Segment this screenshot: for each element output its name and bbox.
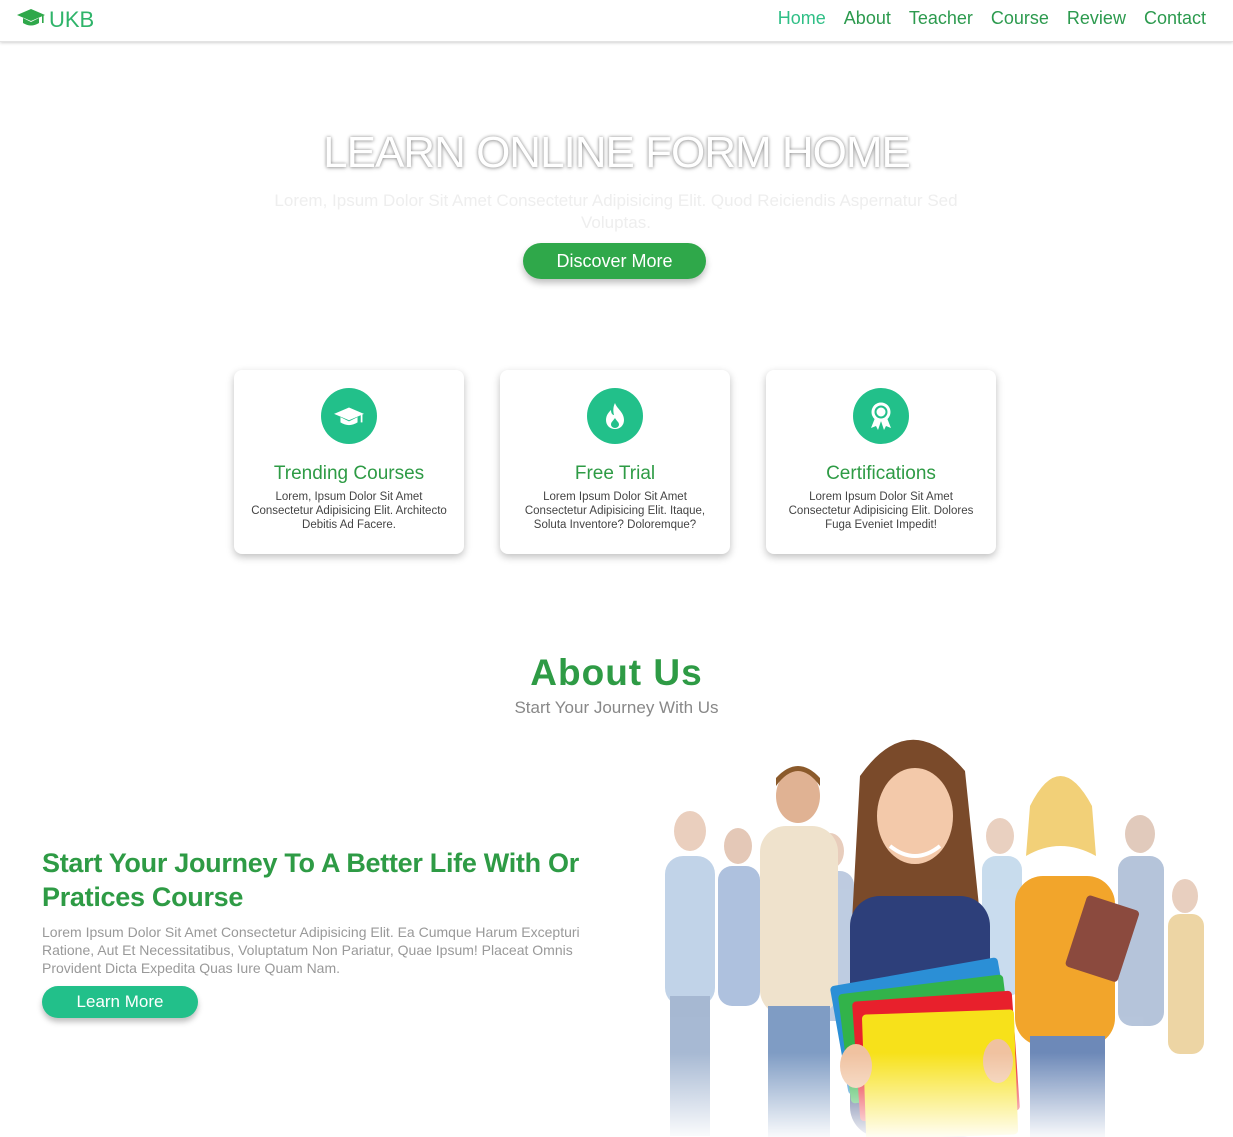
- feature-card-text: Lorem, Ipsum Dolor Sit Amet Consectetur …: [251, 491, 447, 531]
- logo-text: UKB: [49, 6, 95, 32]
- students-image: [620, 716, 1220, 1137]
- nav-home[interactable]: Home: [778, 8, 826, 29]
- feature-card-title: Certifications: [826, 463, 936, 484]
- about-text: Lorem Ipsum Dolor Sit Amet Consectetur A…: [42, 924, 580, 976]
- feature-card-title: Trending Courses: [273, 463, 425, 484]
- award-icon: [853, 388, 909, 444]
- graduation-cap-icon: [16, 6, 46, 33]
- site-header: UKB Home About Teacher Course Review Con…: [0, 0, 1233, 42]
- graduation-cap-icon: [321, 388, 377, 444]
- about-subtitle: Start Your Journey With Us: [514, 698, 719, 717]
- discover-more-button[interactable]: Discover More: [523, 243, 706, 279]
- feature-card-text: Lorem Ipsum Dolor Sit Amet Consectetur A…: [788, 491, 974, 531]
- fire-icon: [587, 388, 643, 444]
- logo[interactable]: UKB: [16, 6, 94, 33]
- hero-title: LEARN ONLINE FORM HOME: [323, 128, 911, 177]
- nav-teacher[interactable]: Teacher: [909, 8, 973, 29]
- feature-card-certifications: Certifications Lorem Ipsum Dolor Sit Ame…: [766, 370, 996, 554]
- feature-card-text: Lorem Ipsum Dolor Sit Amet Consectetur A…: [524, 491, 706, 531]
- hero-section: LEARN ONLINE FORM HOME Lorem, Ipsum Dolo…: [0, 42, 1233, 342]
- about-heading: Start Your Journey To A Better Life With…: [42, 848, 579, 912]
- nav-contact[interactable]: Contact: [1144, 8, 1206, 29]
- hero-subtitle: Lorem, Ipsum Dolor Sit Amet Consectetur …: [274, 191, 958, 232]
- learn-more-button[interactable]: Learn More: [42, 986, 198, 1018]
- about-title: About Us: [530, 652, 703, 693]
- nav-course[interactable]: Course: [991, 8, 1049, 29]
- feature-card-title: Free Trial: [574, 463, 656, 484]
- feature-card-trending-courses: Trending Courses Lorem, Ipsum Dolor Sit …: [234, 370, 464, 554]
- main-nav: Home About Teacher Course Review Contact: [778, 8, 1206, 29]
- nav-review[interactable]: Review: [1067, 8, 1126, 29]
- nav-about[interactable]: About: [844, 8, 891, 29]
- feature-card-free-trial: Free Trial Lorem Ipsum Dolor Sit Amet Co…: [500, 370, 730, 554]
